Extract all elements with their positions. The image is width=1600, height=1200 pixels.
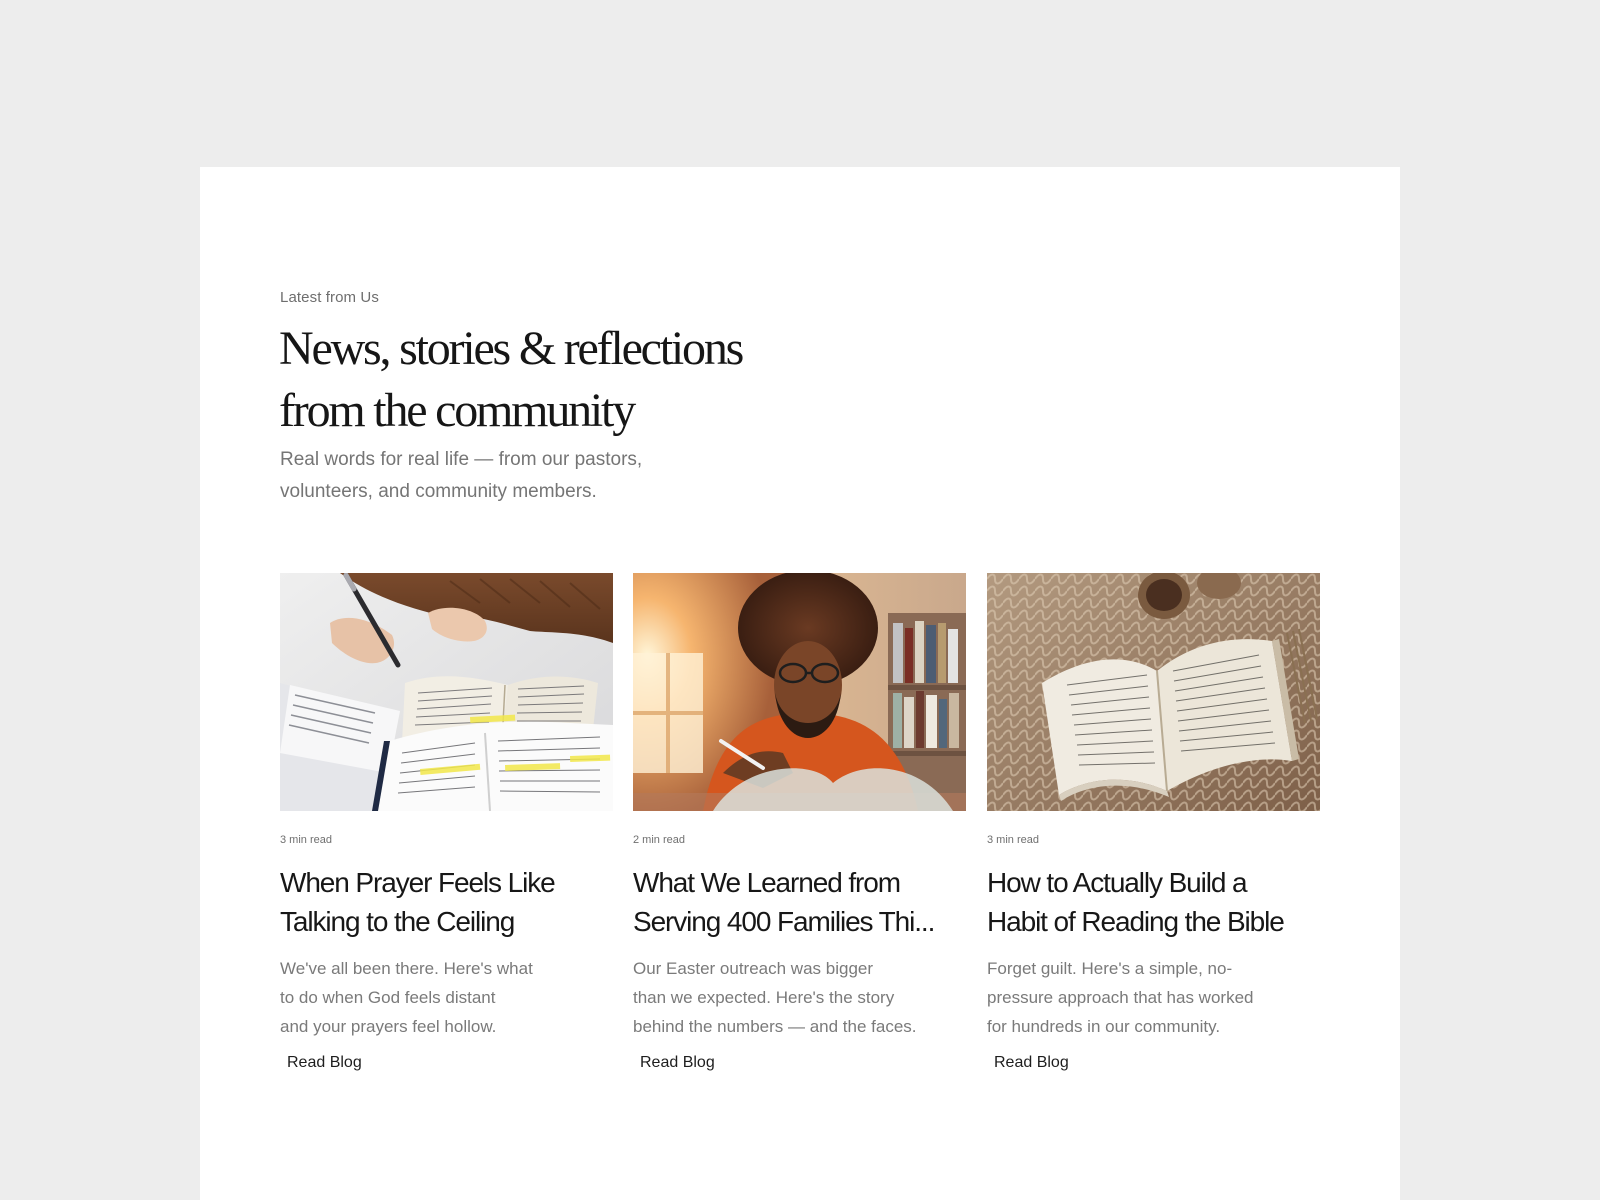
blog-card-title[interactable]: What We Learned from Serving 400 Familie… [633, 863, 966, 941]
blog-card-excerpt-line: pressure approach that has worked [987, 988, 1254, 1007]
read-blog-link[interactable]: Read Blog [287, 1054, 362, 1072]
section-subtext: Real words for real life — from our past… [280, 444, 670, 508]
blog-card-title[interactable]: When Prayer Feels Like Talking to the Ce… [280, 863, 613, 941]
blog-card-bible-habit[interactable]: 3 min read How to Actually Build a Habit… [987, 573, 1320, 1083]
blog-card-title-line: Talking to the Ceiling [280, 906, 515, 937]
blog-card-excerpt: Forget guilt. Here's a simple, no- press… [987, 954, 1287, 1041]
section-subtext-line: volunteers, and community members. [280, 481, 597, 502]
section-heading: News, stories & reflections from the com… [279, 318, 749, 442]
blog-card-excerpt-line: than we expected. Here's the story [633, 988, 895, 1007]
blog-card-excerpt-line: We've all been there. Here's what [280, 959, 533, 978]
blog-card-image-open-book[interactable] [987, 573, 1320, 811]
read-time: 2 min read [633, 834, 685, 846]
blog-card-title[interactable]: How to Actually Build a Habit of Reading… [987, 863, 1320, 941]
read-time: 3 min read [987, 834, 1039, 846]
blog-card-title-line: When Prayer Feels Like [280, 867, 556, 898]
blog-card-image-writing-notes[interactable] [280, 573, 613, 811]
man-studying-window-photo [633, 573, 966, 811]
blog-card-prayer[interactable]: 3 min read When Prayer Feels Like Talkin… [280, 573, 613, 1083]
blog-card-excerpt-line: Forget guilt. Here's a simple, no- [987, 959, 1233, 978]
blog-card-excerpt-line: to do when God feels distant [280, 988, 496, 1007]
blog-card-excerpt-line: Our Easter outreach was bigger [633, 959, 874, 978]
blog-card-excerpt-line: and your prayers feel hollow. [280, 1017, 497, 1036]
blog-card-excerpt-line: for hundreds in our community. [987, 1017, 1221, 1036]
blog-card-outreach[interactable]: 2 min read What We Learned from Serving … [633, 573, 966, 1083]
blog-card-image-man-studying[interactable] [633, 573, 966, 811]
blog-card-excerpt: Our Easter outreach was bigger than we e… [633, 954, 933, 1041]
read-blog-link[interactable]: Read Blog [994, 1054, 1069, 1072]
section-heading-line: from the community [279, 384, 636, 437]
read-blog-link[interactable]: Read Blog [640, 1054, 715, 1072]
blog-card-excerpt-line: behind the numbers — and the faces. [633, 1017, 917, 1036]
blog-card-title-line: What We Learned from [633, 867, 901, 898]
blog-card-excerpt: We've all been there. Here's what to do … [280, 954, 580, 1041]
writing-notes-bible-photo [280, 573, 613, 811]
blog-card-title-line: How to Actually Build a [987, 867, 1248, 898]
section-eyebrow: Latest from Us [280, 289, 379, 306]
blog-card-title-line: Serving 400 Families Thi... [633, 906, 935, 937]
section-subtext-line: Real words for real life — from our past… [280, 449, 643, 470]
section-heading-line: News, stories & reflections [279, 322, 744, 375]
blog-card-title-line: Habit of Reading the Bible [987, 906, 1285, 937]
blog-card-grid: 3 min read When Prayer Feels Like Talkin… [280, 573, 1320, 1093]
read-time: 3 min read [280, 834, 332, 846]
open-book-knit-blanket-photo [987, 573, 1320, 811]
